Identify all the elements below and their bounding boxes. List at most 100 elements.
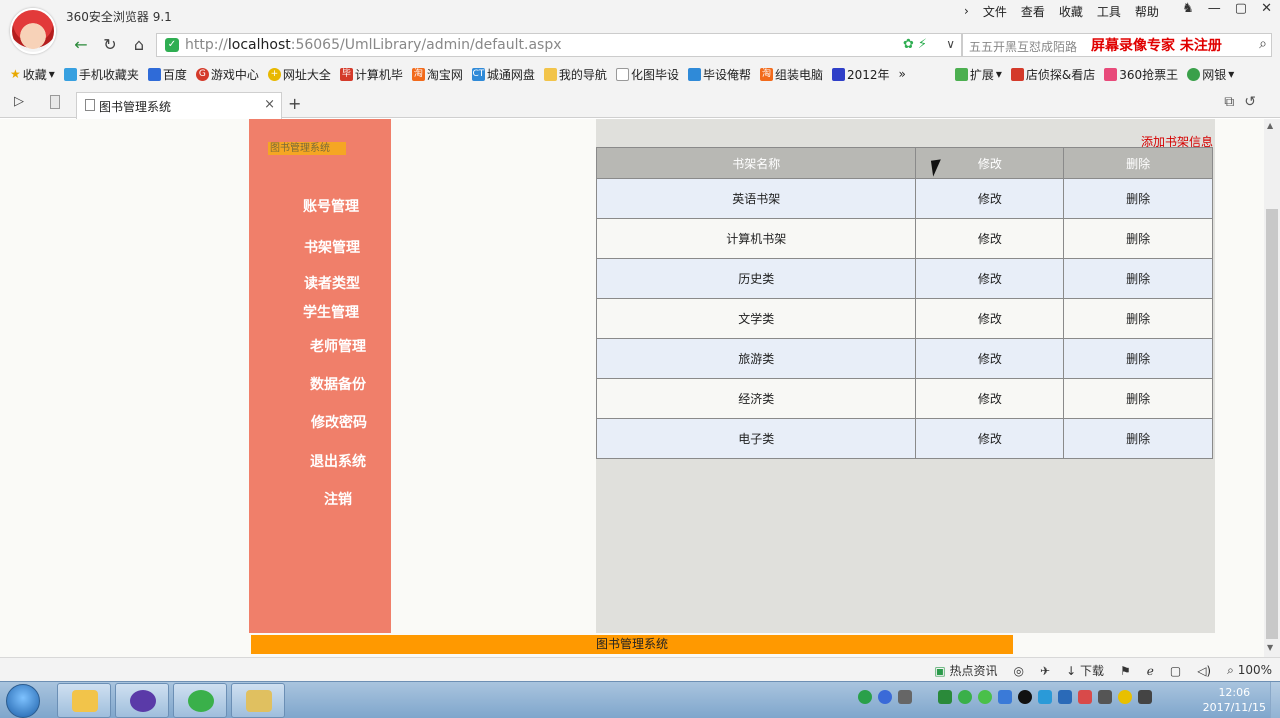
bookmark-computer[interactable]: 毕计算机毕 xyxy=(339,66,403,83)
speedup-icon[interactable]: ◎ xyxy=(1014,664,1024,678)
delete-link[interactable]: 删除 xyxy=(1063,258,1213,299)
bookmark-mobile[interactable]: 手机收藏夹 xyxy=(63,66,139,83)
disk-icon[interactable] xyxy=(1078,690,1092,704)
tab-library[interactable]: 图书管理系统 × xyxy=(76,92,282,119)
user-avatar[interactable] xyxy=(10,8,56,54)
edit-link[interactable]: 修改 xyxy=(915,418,1065,459)
search-icon[interactable]: ⌕ xyxy=(1259,36,1267,52)
home-icon[interactable]: ⌂ xyxy=(128,34,150,56)
bookmark-taobao[interactable]: 淘淘宝网 xyxy=(411,66,463,83)
sogou-icon[interactable] xyxy=(858,690,872,704)
show-desktop-button[interactable] xyxy=(1270,682,1280,718)
security-icon[interactable] xyxy=(1118,690,1132,704)
taskbar-explorer[interactable] xyxy=(57,683,111,718)
edit-link[interactable]: 修改 xyxy=(915,258,1065,299)
sidebar-item-shelves[interactable]: 书架管理 xyxy=(304,237,360,257)
maximize-button[interactable]: ▢ xyxy=(1235,1,1247,16)
menu-view[interactable]: 查看 xyxy=(1021,3,1045,20)
refresh-icon[interactable]: ↻ xyxy=(99,34,121,56)
sidebar-item-password[interactable]: 修改密码 xyxy=(311,412,367,432)
shield-icon[interactable] xyxy=(1038,690,1052,704)
sidebar-item-accounts[interactable]: 账号管理 xyxy=(303,196,359,216)
menu-tools[interactable]: 工具 xyxy=(1097,3,1121,20)
sidebar-item-backup[interactable]: 数据备份 xyxy=(310,374,366,394)
delete-link[interactable]: 删除 xyxy=(1063,378,1213,419)
chevron-up-icon[interactable] xyxy=(918,690,932,704)
search-box[interactable]: 五五开黑互怼成陌路 屏幕录像专家 未注册 ⌕ xyxy=(962,33,1272,57)
display-icon[interactable] xyxy=(1138,690,1152,704)
bookmark-favorites[interactable]: ★ 收藏 ▾ xyxy=(10,66,55,83)
sidebar-item-exit[interactable]: 退出系统 xyxy=(310,451,366,471)
edit-link[interactable]: 修改 xyxy=(915,378,1065,419)
delete-link[interactable]: 删除 xyxy=(1063,418,1213,459)
taskbar-tool[interactable] xyxy=(231,683,285,718)
bookmark-nav[interactable]: 我的导航 xyxy=(543,66,607,83)
bookmark-2012[interactable]: 2012年 xyxy=(831,66,890,83)
edit-link[interactable]: 修改 xyxy=(915,298,1065,339)
phone-icon[interactable] xyxy=(50,95,60,109)
shirt-icon[interactable]: ♞ xyxy=(1182,1,1194,16)
network-icon[interactable] xyxy=(998,690,1012,704)
360-icon[interactable] xyxy=(978,690,992,704)
url-text[interactable]: http://localhost:56065/UmlLibrary/admin/… xyxy=(185,37,562,53)
sidebar-toggle-icon[interactable]: ▷ xyxy=(14,94,24,109)
new-tab-button[interactable]: + xyxy=(288,94,301,113)
volume-icon[interactable]: ◁) xyxy=(1197,664,1211,678)
sidebar-item-reader-types[interactable]: 读者类型 xyxy=(304,273,360,293)
bookmark-games[interactable]: G 游戏中心 xyxy=(195,66,259,83)
address-bar[interactable]: ✓ http://localhost:56065/UmlLibrary/admi… xyxy=(156,33,962,57)
wechat-icon[interactable] xyxy=(958,690,972,704)
taskbar-visual-studio[interactable] xyxy=(115,683,169,718)
chevron-right-icon[interactable]: › xyxy=(964,4,969,18)
chevron-down-icon[interactable]: ∨ xyxy=(946,37,955,51)
bookmark-tickets[interactable]: 360抢票王 xyxy=(1104,66,1178,83)
delete-link[interactable]: 删除 xyxy=(1063,178,1213,219)
bookmark-sites[interactable]: + 网址大全 xyxy=(267,66,331,83)
bookmark-bank[interactable]: 网银 ▾ xyxy=(1187,66,1234,83)
edit-link[interactable]: 修改 xyxy=(915,218,1065,259)
flag-icon[interactable]: ⚑ xyxy=(1120,664,1131,678)
bookmark-huatu[interactable]: 化图毕设 xyxy=(615,66,679,83)
lightning-icon[interactable]: ✿⚡ xyxy=(903,37,931,52)
vertical-scrollbar[interactable]: ▲ ▼ xyxy=(1264,119,1280,657)
start-button[interactable] xyxy=(6,684,40,718)
rocket-icon[interactable]: ✈ xyxy=(1040,664,1050,678)
update-icon[interactable] xyxy=(1058,690,1072,704)
bookmark-bishe[interactable]: 毕设俺帮 xyxy=(687,66,751,83)
back-arrow-icon[interactable]: ← xyxy=(70,34,92,56)
delete-link[interactable]: 删除 xyxy=(1063,298,1213,339)
zoom-control[interactable]: ⌕ 100% xyxy=(1227,663,1272,678)
taskbar-360-browser[interactable] xyxy=(173,683,227,718)
edit-link[interactable]: 修改 xyxy=(915,178,1065,219)
restore-icon[interactable]: ⧉↺ xyxy=(1224,94,1266,110)
sidebar-item-logout[interactable]: 注销 xyxy=(324,489,352,509)
qq-icon[interactable] xyxy=(1018,690,1032,704)
delete-link[interactable]: 删除 xyxy=(1063,338,1213,379)
ie-icon[interactable]: ℯ xyxy=(1147,664,1154,678)
settings-icon[interactable] xyxy=(898,690,912,704)
usb-icon[interactable] xyxy=(1098,690,1112,704)
bookmark-shop[interactable]: 店侦探&看店 xyxy=(1010,66,1095,83)
hot-news-button[interactable]: ▣ 热点资讯 xyxy=(934,662,997,679)
bookmark-extensions[interactable]: 扩展 ▾ xyxy=(954,66,1002,83)
more-chevron-icon[interactable]: » xyxy=(899,67,906,81)
menu-help[interactable]: 帮助 xyxy=(1135,3,1159,20)
bookmark-pc[interactable]: 淘组装电脑 xyxy=(759,66,823,83)
scroll-thumb[interactable] xyxy=(1266,209,1278,639)
window-icon[interactable]: ▢ xyxy=(1170,664,1181,678)
close-icon[interactable]: × xyxy=(264,97,275,112)
edit-link[interactable]: 修改 xyxy=(915,338,1065,379)
sidebar-item-teachers[interactable]: 老师管理 xyxy=(310,336,366,356)
minimize-button[interactable]: — xyxy=(1208,1,1221,16)
delete-link[interactable]: 删除 xyxy=(1063,218,1213,259)
menu-favorites[interactable]: 收藏 xyxy=(1059,3,1083,20)
sidebar-item-students[interactable]: 学生管理 xyxy=(303,302,359,322)
scroll-up-icon[interactable]: ▲ xyxy=(1267,121,1273,130)
close-button[interactable]: ✕ xyxy=(1261,1,1272,16)
recorder-icon[interactable] xyxy=(938,690,952,704)
menu-file[interactable]: 文件 xyxy=(983,3,1007,20)
scroll-down-icon[interactable]: ▼ xyxy=(1267,643,1273,652)
help-icon[interactable] xyxy=(878,690,892,704)
system-clock[interactable]: 12:06 2017/11/15 xyxy=(1203,685,1266,715)
bookmark-baidu[interactable]: 百度 xyxy=(147,66,187,83)
